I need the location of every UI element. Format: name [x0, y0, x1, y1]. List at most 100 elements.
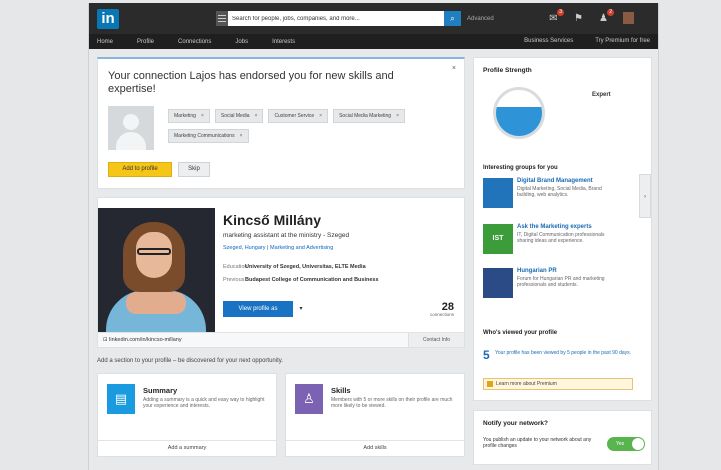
skill-label: Marketing: [174, 113, 196, 119]
profile-location: Szeged, Hungary | Marketing and Advertis…: [223, 245, 334, 251]
education-value[interactable]: University of Szeged, Universitas, ELTE …: [245, 264, 366, 270]
document-icon: ▤: [107, 384, 135, 414]
notify-toggle[interactable]: Yes: [607, 437, 645, 451]
group-name[interactable]: Ask the Marketing experts: [517, 224, 592, 230]
nav-jobs[interactable]: Jobs: [235, 39, 248, 45]
profile-footer: ⊡ linkedin.com/in/kincso-millany Contact…: [98, 332, 464, 347]
previous-label: Previous: [223, 277, 245, 283]
group-thumb: [483, 178, 513, 208]
summary-title: Summary: [143, 386, 178, 395]
menu-icon[interactable]: [216, 11, 228, 26]
profile-photo[interactable]: [98, 208, 215, 336]
chevron-right-icon[interactable]: ›: [639, 174, 651, 218]
skills-card: ♙ Skills Members with 5 or more skills o…: [285, 373, 465, 457]
industry-link[interactable]: Marketing and Advertising: [270, 245, 333, 251]
skill-chip[interactable]: Marketing ×: [168, 109, 210, 123]
top-bar: in ⌕ Advanced ✉3 ⚑ ♟2: [89, 3, 658, 34]
search-icon[interactable]: ⌕: [444, 11, 461, 26]
connections-label: connections: [429, 312, 454, 317]
notify-text: You publish an update to your network ab…: [483, 437, 592, 449]
summary-card: ▤ Summary Adding a summary is a quick an…: [97, 373, 277, 457]
nav-interests[interactable]: Interests: [272, 39, 295, 45]
skill-chip[interactable]: Social Media ×: [214, 109, 264, 123]
previous-row: Previous Budapest College of Communicatio…: [223, 277, 379, 283]
advanced-search-link[interactable]: Advanced: [467, 16, 494, 22]
search-input[interactable]: [228, 11, 444, 26]
group-desc: Forum for Hungarian PR and marketing pro…: [517, 276, 605, 288]
meter-fill: [496, 107, 542, 136]
group-item[interactable]: Digital Brand Management Digital Marketi…: [483, 178, 633, 218]
sidebar: Profile Strength Expert Interesting grou…: [473, 57, 652, 401]
person-icon: ♙: [295, 384, 323, 414]
education-label: Education: [223, 264, 248, 270]
public-profile-url[interactable]: ⊡ linkedin.com/in/kincso-millany: [103, 337, 182, 343]
group-item[interactable]: Hungarian PR Forum for Hungarian PR and …: [483, 268, 633, 308]
skill-label: Social Media: [220, 113, 250, 119]
viewed-text[interactable]: Your profile has been viewed by 5 people…: [495, 350, 635, 356]
group-desc: IT, Digital Communication professionals …: [517, 232, 605, 244]
nav-profile[interactable]: Profile: [137, 39, 154, 45]
group-desc: Digital Marketing, Social Media, Brand b…: [517, 186, 602, 198]
notify-title: Notify your network?: [483, 420, 549, 427]
profile-strength-level: Expert: [592, 92, 611, 98]
flag-icon[interactable]: ⚑: [573, 13, 584, 24]
messages-badge: 3: [557, 8, 564, 16]
linkedin-logo[interactable]: in: [97, 9, 119, 29]
nav-home[interactable]: Home: [97, 39, 113, 45]
remove-icon[interactable]: ×: [255, 113, 258, 119]
add-to-profile-button[interactable]: Add to profile: [108, 162, 172, 177]
location-link[interactable]: Szeged, Hungary: [223, 245, 266, 251]
close-icon[interactable]: ×: [452, 65, 456, 72]
skill-label: Customer Service: [274, 113, 315, 119]
group-thumb: IST: [483, 224, 513, 254]
skills-title: Skills: [331, 386, 351, 395]
viewed-count[interactable]: 5: [483, 348, 490, 362]
groups-title: Interesting groups for you: [483, 165, 558, 171]
viewed-title: Who's viewed your profile: [483, 330, 558, 336]
group-name[interactable]: Digital Brand Management: [517, 178, 593, 184]
chevron-down-icon[interactable]: ▾: [297, 301, 305, 317]
toggle-knob: [632, 438, 644, 450]
add-sections-prompt: Add a section to your profile – be disco…: [97, 358, 283, 364]
notify-card: Notify your network? You publish an upda…: [473, 410, 652, 465]
profile-strength-meter[interactable]: [493, 87, 545, 139]
notifications-badge: 2: [607, 8, 614, 16]
remove-icon[interactable]: ×: [240, 133, 243, 139]
profile-headline: marketing assistant at the ministry - Sz…: [223, 232, 350, 239]
education-row: Education University of Szeged, Universit…: [223, 264, 366, 270]
nav-try-premium[interactable]: Try Premium for free: [595, 38, 650, 44]
toggle-label: Yes: [616, 441, 625, 447]
person-add-icon[interactable]: ♟ 2: [598, 8, 614, 24]
skill-chip[interactable]: Customer Service ×: [268, 109, 329, 123]
nav-right: Business Services Try Premium for free: [524, 38, 650, 44]
remove-icon[interactable]: ×: [201, 113, 204, 119]
previous-value[interactable]: Budapest College of Communication and Bu…: [245, 277, 379, 283]
contact-info-button[interactable]: Contact Info: [408, 333, 464, 347]
profile-strength-title: Profile Strength: [483, 67, 532, 74]
avatar[interactable]: [623, 12, 634, 24]
skill-label: Marketing Communications: [174, 133, 235, 139]
nav-connections[interactable]: Connections: [178, 39, 211, 45]
group-item[interactable]: IST Ask the Marketing experts IT, Digita…: [483, 224, 633, 264]
group-thumb: [483, 268, 513, 298]
nav-business-services[interactable]: Business Services: [524, 38, 573, 44]
summary-desc: Adding a summary is a quick and easy way…: [143, 397, 265, 409]
skip-button[interactable]: Skip: [178, 162, 210, 177]
skill-chip[interactable]: Marketing Communications ×: [168, 129, 249, 143]
add-skills-button[interactable]: Add skills: [286, 440, 464, 456]
remove-icon[interactable]: ×: [319, 113, 322, 119]
endorser-avatar: [108, 106, 154, 150]
skills-desc: Members with 5 or more skills on their p…: [331, 397, 453, 409]
skill-label: Social Media Marketing: [339, 113, 392, 119]
profile-card: Kincső Millány marketing assistant at th…: [97, 197, 465, 348]
skill-chip[interactable]: Social Media Marketing ×: [333, 109, 405, 123]
view-profile-as-button[interactable]: View profile as: [223, 301, 293, 317]
skill-list: Marketing × Social Media × Customer Servic…: [168, 109, 408, 143]
remove-icon[interactable]: ×: [396, 113, 399, 119]
add-summary-button[interactable]: Add a summary: [98, 440, 276, 456]
premium-link[interactable]: Learn more about Premium: [483, 378, 633, 390]
main-nav: Home Profile Connections Jobs Interests …: [89, 34, 658, 49]
envelope-icon[interactable]: ✉ 3: [548, 8, 564, 24]
endorsement-title: Your connection Lajos has endorsed you f…: [108, 70, 394, 95]
group-name[interactable]: Hungarian PR: [517, 268, 557, 274]
